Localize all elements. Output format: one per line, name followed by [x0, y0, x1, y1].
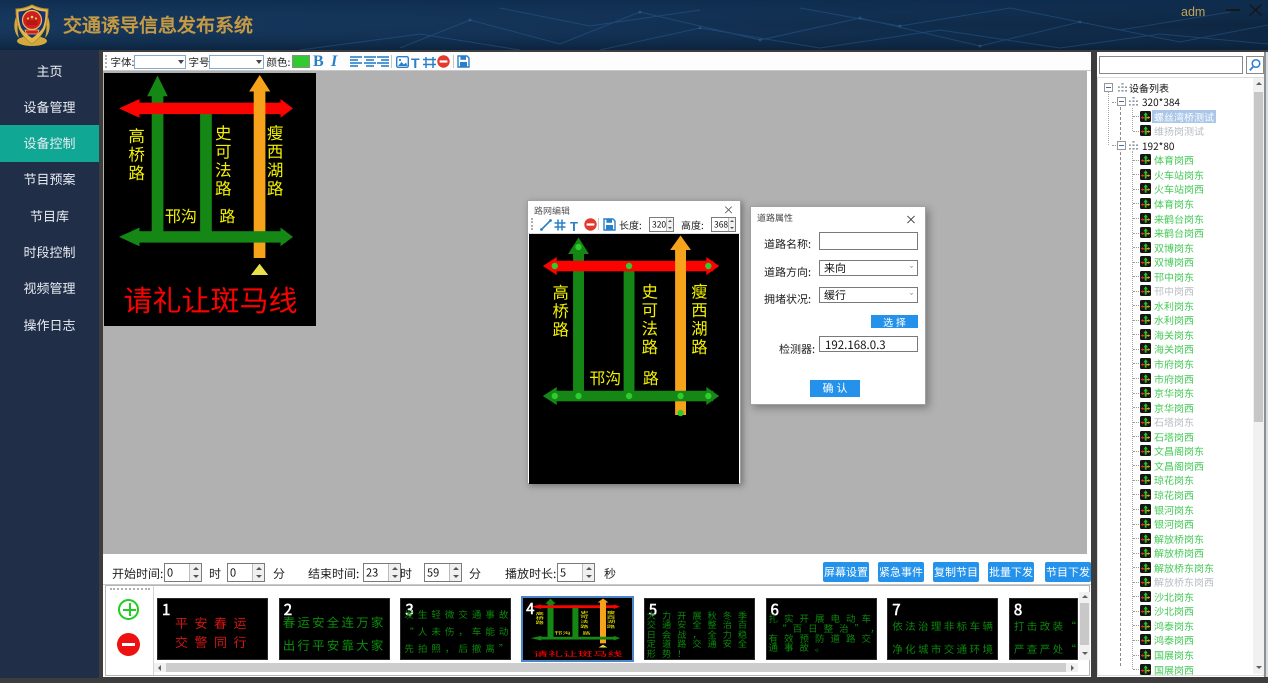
svg-text:路: 路	[219, 203, 235, 227]
svg-text:请礼让斑马线: 请礼让斑马线	[533, 648, 623, 658]
svg-text:路: 路	[642, 334, 658, 358]
svg-text:路: 路	[582, 630, 591, 635]
svg-text:请礼让斑马线: 请礼让斑马线	[123, 278, 297, 320]
svg-text:路: 路	[267, 176, 284, 200]
svg-text:邗沟: 邗沟	[589, 366, 621, 389]
svg-text:路: 路	[580, 623, 589, 629]
svg-text:路: 路	[643, 366, 659, 389]
svg-text:路: 路	[128, 160, 145, 184]
svg-text:路: 路	[691, 334, 707, 358]
svg-text:邗沟: 邗沟	[165, 203, 197, 227]
svg-text:路: 路	[607, 623, 616, 629]
svg-text:路: 路	[553, 316, 569, 340]
svg-text:邗沟: 邗沟	[554, 630, 570, 635]
svg-text:路: 路	[215, 176, 232, 200]
svg-text:路: 路	[536, 619, 545, 625]
